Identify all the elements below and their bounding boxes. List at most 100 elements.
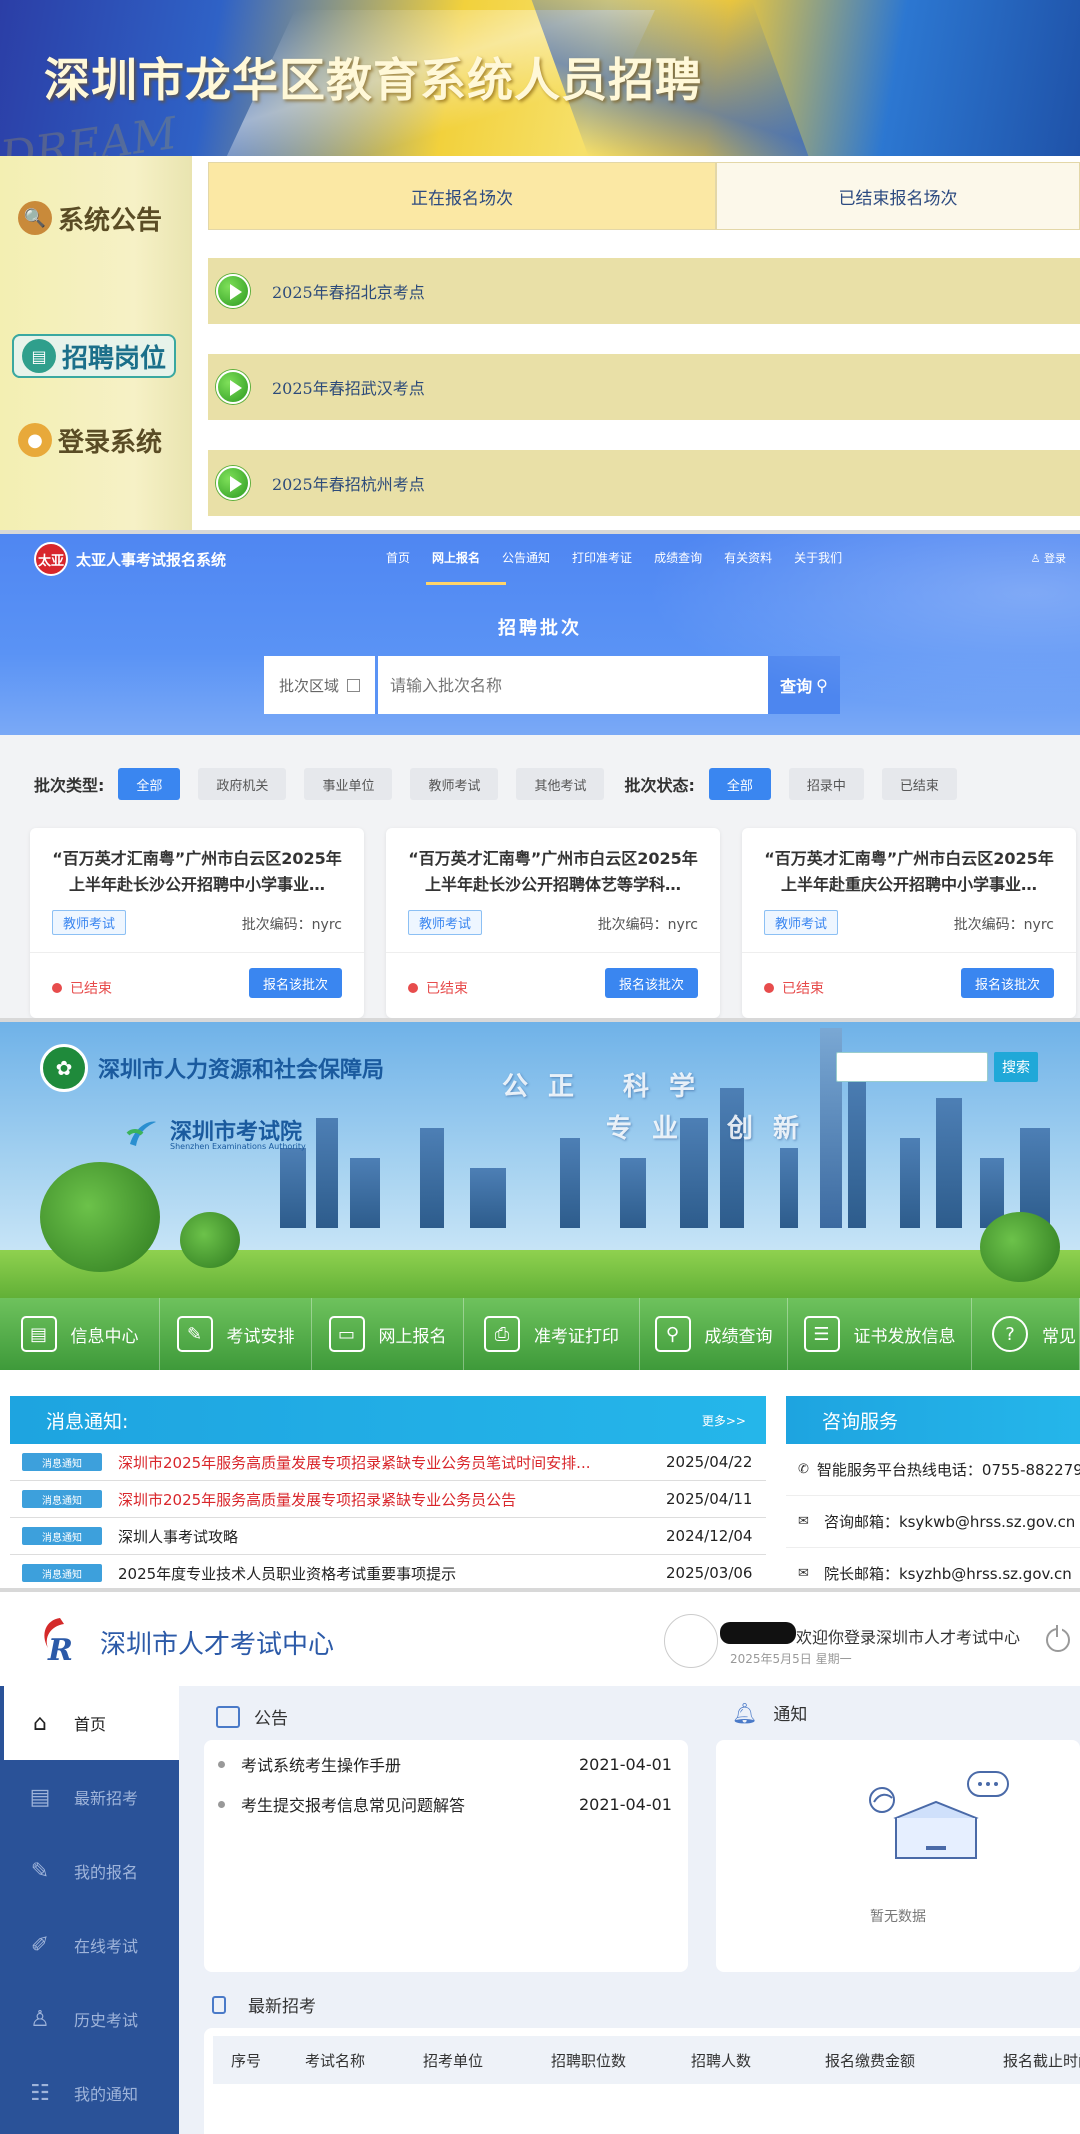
nav-about[interactable]: 关于我们 xyxy=(794,549,842,566)
bureau-name: 深圳市人力资源和社会保障局 xyxy=(98,1058,385,1083)
menu-exam-schedule[interactable]: ✎ 考试安排 xyxy=(160,1298,312,1370)
side-item-positions-active[interactable]: ▤ 招聘岗位 xyxy=(12,334,177,378)
sidebar-item-online-exam[interactable]: ✐ 在线考试 xyxy=(0,1908,179,1982)
phone-icon: ✆ xyxy=(798,1462,809,1477)
side-item-announcements[interactable]: 🔍 系统公告 xyxy=(18,198,162,238)
register-batch-button[interactable]: 报名该批次 xyxy=(604,968,698,998)
document-icon: ▤ xyxy=(20,1316,57,1352)
sidebar-item-latest-exams[interactable]: ▤ 最新招考 xyxy=(0,1760,179,1834)
batch-title[interactable]: “百万英才汇南粤”广州市白云区2025年上半年赴重庆公开招聘中小学事业… xyxy=(764,846,1054,898)
notice-more-link[interactable]: 更多>> xyxy=(702,1412,746,1429)
user-edit-icon: ✎ xyxy=(30,1858,50,1884)
shenzhen-exam-authority-panel: ✿ 深圳市人力资源和社会保障局 深圳市考试院 Shenzhen Examinat… xyxy=(0,1022,1080,1588)
divider xyxy=(0,1018,1080,1022)
taiya-logo: 太亚 xyxy=(34,542,68,576)
latest-exams-title: 最新招考 xyxy=(248,1997,316,2017)
login-label: 登录 xyxy=(1044,552,1066,565)
notice-text[interactable]: 2025年度专业技术人员职业资格考试重要事项提示 xyxy=(118,1563,638,1584)
type-other[interactable]: 其他考试 xyxy=(516,768,605,800)
home-icon: ⌂ xyxy=(33,1710,47,1736)
nav-materials[interactable]: 有关资料 xyxy=(724,549,772,566)
batch-title[interactable]: “百万英才汇南粤”广州市白云区2025年上半年赴长沙公开招聘中小学事业… xyxy=(52,846,342,898)
notice-row[interactable]: 消息通知 深圳市2025年服务高质量发展专项招录紧缺专业公务员笔试时间安排...… xyxy=(10,1444,766,1481)
col-position-count: 招聘职位数 xyxy=(551,2051,627,2070)
login-link[interactable]: ♙ 登录 xyxy=(1031,550,1066,566)
announcement-item[interactable]: 考生提交报考信息常见问题解答 2021-04-01 xyxy=(204,1784,688,1824)
notice-text[interactable]: 深圳市2025年服务高质量发展专项招录紧缺专业公务员公告 xyxy=(118,1489,638,1510)
consult-text[interactable]: 院长邮箱：ksyzhb@hrss.sz.gov.cn xyxy=(824,1563,1072,1584)
batch-card: “百万英才汇南粤”广州市白云区2025年上半年赴长沙公开招聘中小学事业… 教师考… xyxy=(30,828,364,1018)
taiya-exam-panel: 太亚 太亚人事考试报名系统 首页 网上报名 公告通知 打印准考证 成绩查询 有关… xyxy=(0,532,1080,1020)
menu-label: 考试安排 xyxy=(226,1326,295,1347)
zone-select[interactable]: 批次区域 xyxy=(264,656,378,714)
sidebar-item-home[interactable]: ⌂ 首页 xyxy=(0,1686,179,1760)
site-search-input[interactable] xyxy=(836,1052,988,1082)
mail-icon: ✉ xyxy=(798,1514,809,1529)
consult-text[interactable]: 咨询邮箱：ksykwb@hrss.sz.gov.cn xyxy=(824,1511,1075,1532)
batch-title[interactable]: “百万英才汇南粤”广州市白云区2025年上半年赴长沙公开招聘体艺等学科… xyxy=(408,846,698,898)
latest-exams-header: 最新招考 xyxy=(212,1992,316,2017)
select-icon xyxy=(347,678,360,692)
nav-print-admission[interactable]: 打印准考证 xyxy=(572,549,632,566)
menu-online-signup[interactable]: ▭ 网上报名 xyxy=(312,1298,464,1370)
nav-online-signup[interactable]: 网上报名 xyxy=(432,549,480,566)
batch-name-input[interactable] xyxy=(378,656,768,714)
register-batch-button[interactable]: 报名该批次 xyxy=(248,968,342,998)
batch-status: 已结束 xyxy=(408,978,468,998)
banner: DREAM 深圳市龙华区教育系统人员招聘 xyxy=(0,0,1080,183)
side-item-login[interactable]: ● 登录系统 xyxy=(18,420,162,460)
type-teacher[interactable]: 教师考试 xyxy=(410,768,499,800)
menu-score-query[interactable]: ⚲ 成绩查询 xyxy=(640,1298,788,1370)
menu-info-center[interactable]: ▤ 信息中心 xyxy=(0,1298,160,1370)
nav-home[interactable]: 首页 xyxy=(386,549,410,566)
notice-date: 2025/04/11 xyxy=(666,1490,753,1508)
table-header: 序号 考试名称 招考单位 招聘职位数 招聘人数 报名缴费金额 报名截止时间 xyxy=(213,2036,1080,2084)
menu-label: 网上报名 xyxy=(378,1326,447,1347)
notice-text[interactable]: 深圳市2025年服务高质量发展专项招录紧缺专业公务员笔试时间安排... xyxy=(118,1452,638,1473)
menu-faq[interactable]: ? 常见 xyxy=(972,1298,1080,1370)
menu-certificates[interactable]: ☰ 证书发放信息 xyxy=(788,1298,972,1370)
status-recruiting[interactable]: 招录中 xyxy=(788,768,864,800)
tab-closed-sessions[interactable]: 已结束报名场次 xyxy=(716,162,1080,230)
talent-exam-center-panel: R 深圳市人才考试中心 欢迎你登录深圳市人才考试中心 2025年5月5日 星期一… xyxy=(0,1592,1080,2134)
status-all[interactable]: 全部 xyxy=(708,768,771,800)
notice-icon: ☷ xyxy=(30,2080,50,2106)
menu-print-admission[interactable]: ⎙ 准考证打印 xyxy=(464,1298,640,1370)
announce-header: 公告 xyxy=(216,1704,288,1729)
session-row[interactable]: 2025年春招北京考点 xyxy=(208,258,1080,324)
notice-text[interactable]: 深圳人事考试攻略 xyxy=(118,1526,638,1547)
sidebar-item-label: 在线考试 xyxy=(74,1937,139,1956)
exam-authority-en: Shenzhen Examinations Authority xyxy=(170,1142,306,1151)
session-row[interactable]: 2025年春招武汉考点 xyxy=(208,354,1080,420)
session-row[interactable]: 2025年春招杭州考点 xyxy=(208,450,1080,516)
notice-row[interactable]: 消息通知 深圳人事考试攻略 2024/12/04 xyxy=(10,1518,766,1555)
query-label: 查询 xyxy=(780,677,813,696)
type-all[interactable]: 全部 xyxy=(118,768,181,800)
logout-power-icon[interactable] xyxy=(1046,1625,1070,1652)
divider xyxy=(0,530,1080,534)
notice-row[interactable]: 消息通知 2025年度专业技术人员职业资格考试重要事项提示 2025/03/06 xyxy=(10,1555,766,1588)
user-icon: ♙ xyxy=(30,2006,50,2032)
document-icon xyxy=(212,1995,226,2014)
announcement-item[interactable]: 考试系统考生操作手册 2021-04-01 xyxy=(204,1744,688,1784)
tab-open-sessions[interactable]: 正在报名场次 xyxy=(208,162,716,230)
system-name: 太亚人事考试报名系统 xyxy=(76,551,227,569)
nav-score-query[interactable]: 成绩查询 xyxy=(654,549,702,566)
status-ended[interactable]: 已结束 xyxy=(881,768,957,800)
nav-notices[interactable]: 公告通知 xyxy=(502,549,550,566)
query-button[interactable]: 查询 ⚲ xyxy=(768,656,840,714)
menu-label: 信息中心 xyxy=(70,1326,139,1347)
sidebar-item-exam-history[interactable]: ♙ 历史考试 xyxy=(0,1982,179,2056)
sidebar-item-my-notices[interactable]: ☷ 我的通知 xyxy=(0,2056,179,2130)
notice-row[interactable]: 消息通知 深圳市2025年服务高质量发展专项招录紧缺专业公务员公告 2025/0… xyxy=(10,1481,766,1518)
site-search-button[interactable]: 搜索 xyxy=(994,1052,1038,1082)
announcement-date: 2021-04-01 xyxy=(579,1794,672,1814)
status-dot-icon xyxy=(52,983,62,993)
sidebar-item-my-registrations[interactable]: ✎ 我的报名 xyxy=(0,1834,179,1908)
session-tabs: 正在报名场次 已结束报名场次 xyxy=(208,162,1080,230)
list-icon: ☰ xyxy=(803,1316,840,1352)
type-government[interactable]: 政府机关 xyxy=(198,768,287,800)
register-batch-button[interactable]: 报名该批次 xyxy=(960,968,1054,998)
type-public-institution[interactable]: 事业单位 xyxy=(304,768,393,800)
avatar[interactable] xyxy=(664,1614,718,1668)
